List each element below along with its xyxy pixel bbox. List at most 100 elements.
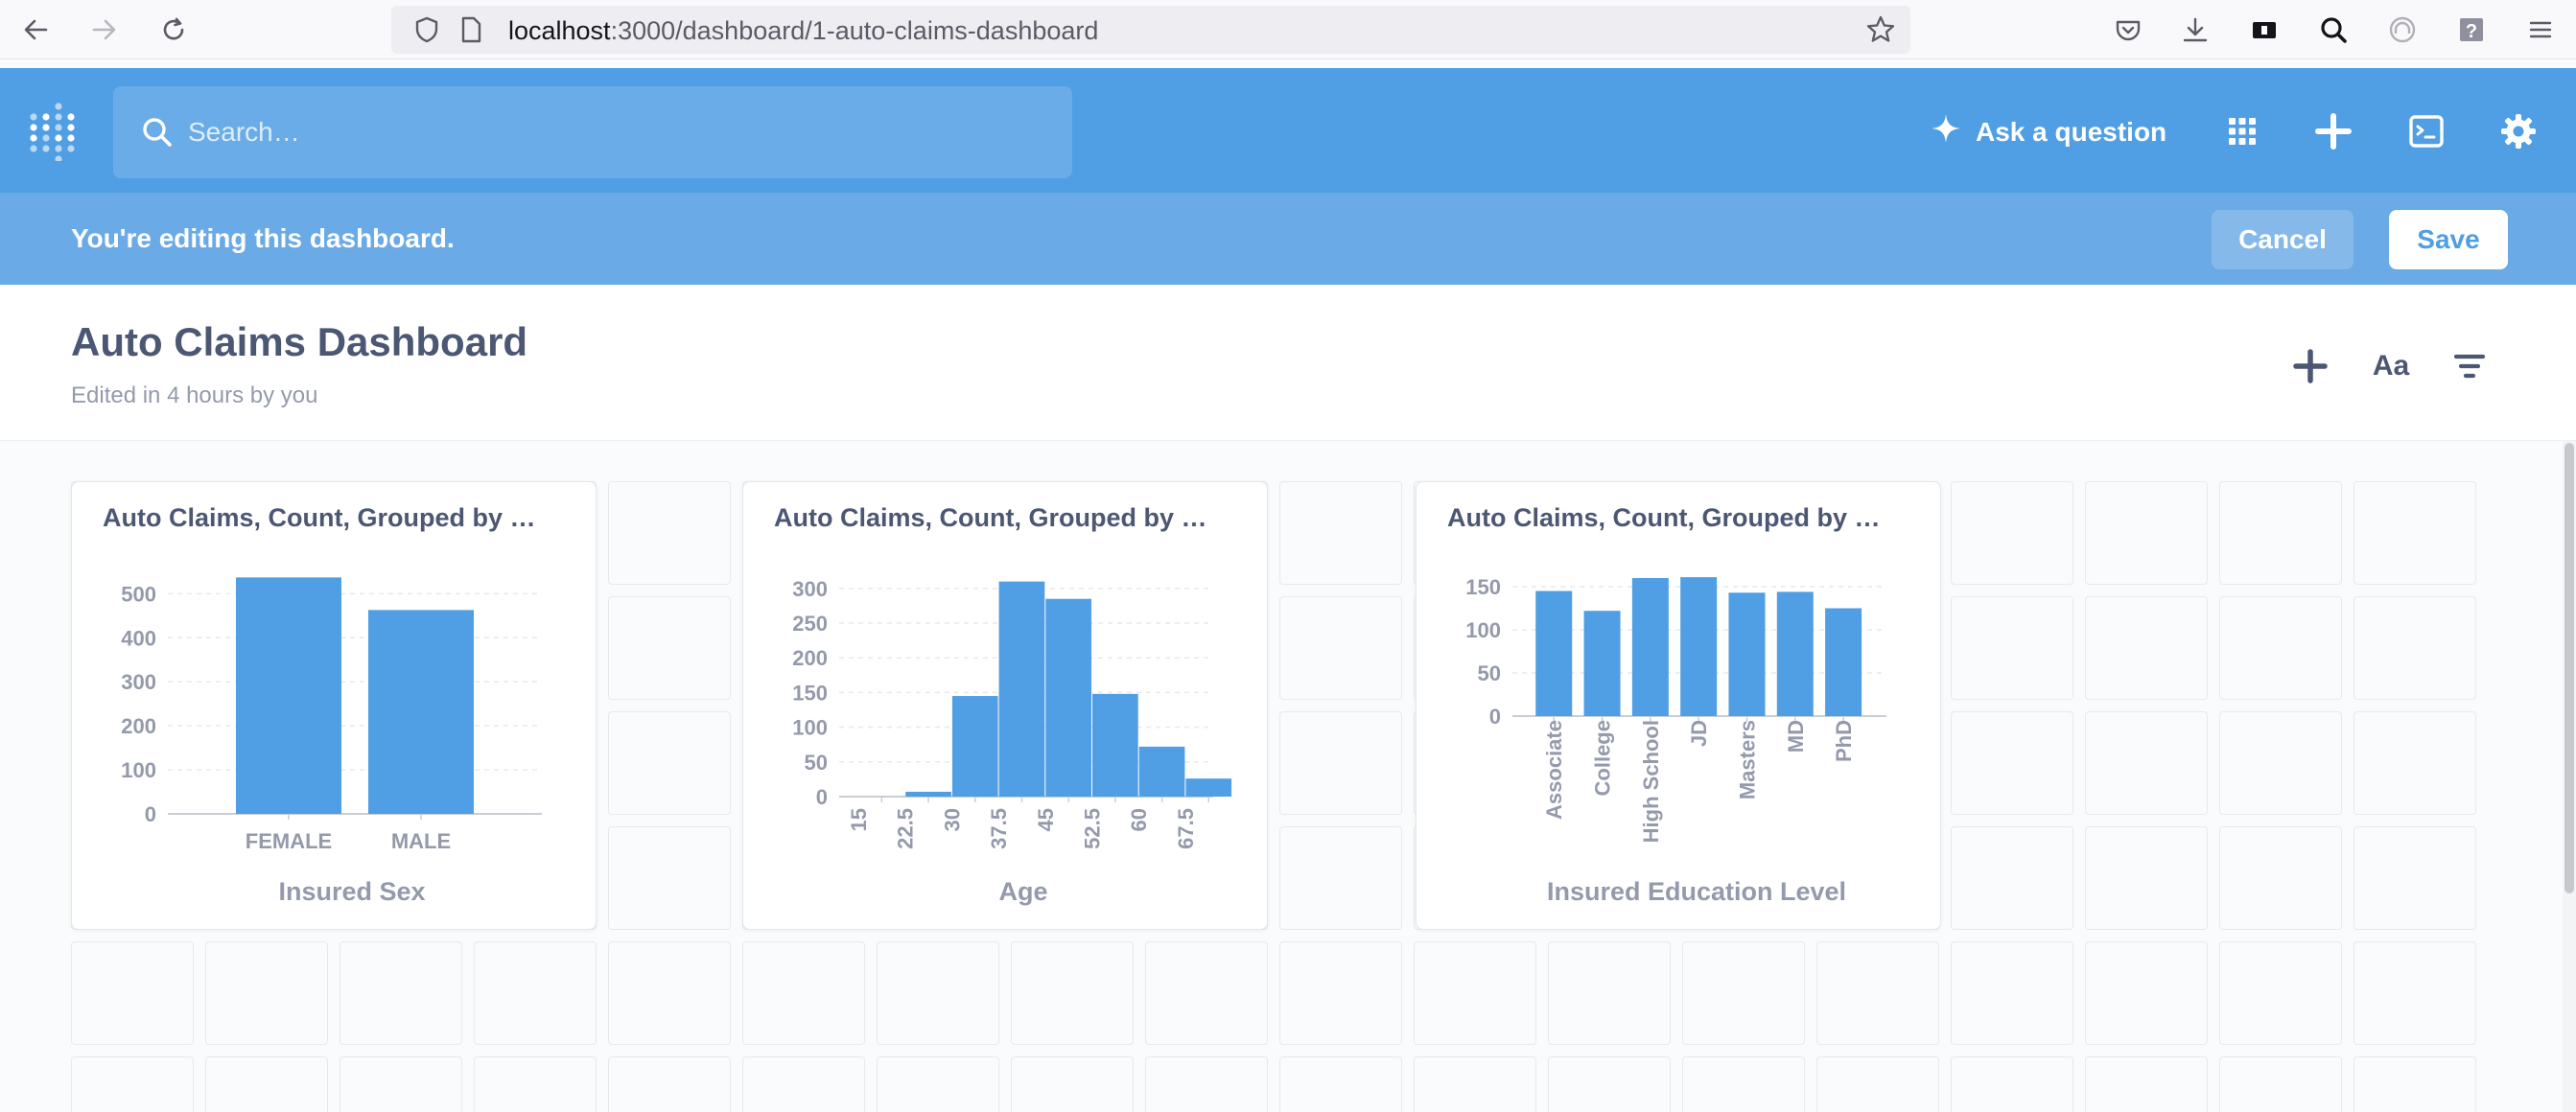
app-navbar: Ask a question	[0, 68, 2576, 193]
url-path: :3000/dashboard/1-auto-claims-dashboard	[610, 16, 1099, 45]
pocket-icon[interactable]	[2112, 13, 2144, 46]
url-host: localhost	[508, 16, 611, 45]
x-tick-label: Associate	[1542, 720, 1566, 820]
grid-cell	[2085, 826, 2208, 930]
dashboard-header: Auto Claims Dashboard Edited in 4 hours …	[0, 285, 2576, 441]
y-tick-label: 100	[1465, 618, 1501, 642]
bar	[236, 577, 341, 814]
page-scrollbar-thumb[interactable]	[2564, 443, 2574, 893]
bar	[1631, 578, 1669, 716]
y-tick-label: 0	[145, 802, 156, 826]
dashboard-title[interactable]: Auto Claims Dashboard	[71, 319, 527, 365]
grid-cell	[2354, 826, 2476, 930]
sparkle-icon	[1930, 112, 1962, 151]
grid-cell	[2354, 481, 2476, 585]
address-bar[interactable]: localhost:3000/dashboard/1-auto-claims-d…	[391, 6, 1910, 54]
grid-cell	[1951, 596, 2073, 700]
grid-cell	[608, 826, 731, 930]
y-tick-label: 300	[792, 577, 828, 601]
last-edited-info[interactable]: Edited in 4 hours by you	[71, 382, 318, 409]
grid-cell	[1414, 1056, 1536, 1112]
x-tick-label: PhD	[1832, 720, 1856, 762]
x-tick-label: High School	[1639, 720, 1663, 843]
bar	[998, 581, 1045, 797]
grid-cell	[1951, 711, 2073, 815]
search-bar[interactable]	[113, 86, 1072, 178]
grid-cell	[1279, 711, 1402, 815]
chart-card-age[interactable]: Auto Claims, Count, Grouped by … 0 50 100 1…	[742, 481, 1268, 930]
grid-cell	[1145, 1056, 1268, 1112]
add-question-icon[interactable]	[2286, 342, 2334, 390]
x-tick-label: 60	[1127, 808, 1151, 831]
y-tick-label: 150	[792, 681, 828, 705]
headphones-extension-icon[interactable]	[2386, 13, 2419, 46]
page-icon	[455, 13, 487, 46]
magnifier-extension-icon[interactable]	[2317, 13, 2350, 46]
x-tick-label: College	[1591, 720, 1615, 796]
grid-cell	[205, 1056, 328, 1112]
bar	[951, 696, 998, 797]
bar	[1728, 592, 1766, 716]
y-tick-label: 0	[816, 785, 828, 809]
bar-chart-age: 0 50 100 150 200 250 300 15 22.5 30 37.5 45 52.5 60 67…	[792, 577, 1232, 906]
grid-cell	[608, 596, 731, 700]
sql-terminal-icon[interactable]	[2405, 110, 2447, 152]
grid-cell	[1682, 1056, 1805, 1112]
grid-cell	[1145, 941, 1268, 1045]
grid-cell	[2219, 1056, 2342, 1112]
bar	[1045, 598, 1091, 797]
grid-cell	[71, 1056, 194, 1112]
x-axis-title: Age	[998, 877, 1047, 906]
y-tick-label: 250	[792, 612, 828, 636]
grid-cell	[1279, 941, 1402, 1045]
bar	[1185, 778, 1232, 797]
x-tick-label: 45	[1034, 808, 1058, 831]
grid-cell	[205, 941, 328, 1045]
y-tick-label: 500	[121, 582, 156, 606]
x-tick-label: 30	[940, 808, 964, 831]
forward-icon[interactable]	[88, 13, 121, 46]
grid-cell	[1279, 596, 1402, 700]
ask-question-button[interactable]: Ask a question	[1930, 112, 2166, 151]
reload-icon[interactable]	[157, 13, 190, 46]
grid-cell	[2085, 481, 2208, 585]
grid-cell	[742, 1056, 865, 1112]
grid-cell	[1011, 1056, 1134, 1112]
save-button[interactable]: Save	[2389, 210, 2508, 269]
grid-cell	[608, 1056, 731, 1112]
menu-icon[interactable]	[2524, 13, 2557, 46]
bar	[1825, 608, 1862, 716]
grid-cell	[2085, 941, 2208, 1045]
filter-icon[interactable]	[2446, 342, 2494, 390]
help-extension-icon[interactable]: ?	[2455, 13, 2488, 46]
settings-gear-icon[interactable]	[2497, 110, 2540, 152]
cancel-button[interactable]: Cancel	[2212, 210, 2354, 269]
browser-toolbar: localhost:3000/dashboard/1-auto-claims-d…	[0, 0, 2576, 59]
grid-cell	[608, 481, 731, 585]
x-tick-label: MALE	[391, 829, 451, 853]
bookmark-star-icon[interactable]	[1864, 13, 1897, 46]
y-tick-label: 300	[121, 670, 156, 694]
x-axis-title: Insured Education Level	[1547, 877, 1846, 906]
bar	[1138, 746, 1185, 797]
search-input[interactable]	[188, 86, 1032, 178]
add-new-icon[interactable]	[2312, 110, 2354, 152]
chart-card-education[interactable]: Auto Claims, Count, Grouped by … 0 50 100 1…	[1416, 481, 1941, 930]
metabase-logo-icon[interactable]	[27, 102, 79, 163]
grid-cell	[2085, 711, 2208, 815]
grid-cell	[2219, 941, 2342, 1045]
back-icon[interactable]	[19, 13, 52, 46]
grid-cell	[1816, 1056, 1939, 1112]
x-axis-title: Insured Sex	[278, 877, 425, 906]
shield-icon[interactable]	[410, 13, 443, 46]
chart-card-sex[interactable]: Auto Claims, Count, Grouped by … 0 100 200…	[71, 481, 597, 930]
extension-dark-icon[interactable]	[2248, 13, 2281, 46]
apps-grid-icon[interactable]	[2221, 110, 2263, 152]
download-icon[interactable]	[2179, 13, 2212, 46]
add-text-icon[interactable]: Aa	[2367, 342, 2415, 390]
url-text: localhost:3000/dashboard/1-auto-claims-d…	[508, 16, 1098, 46]
bar	[1092, 693, 1138, 797]
x-tick-label: 37.5	[987, 808, 1011, 849]
y-tick-label: 0	[1489, 705, 1501, 729]
grid-cell	[877, 1056, 999, 1112]
